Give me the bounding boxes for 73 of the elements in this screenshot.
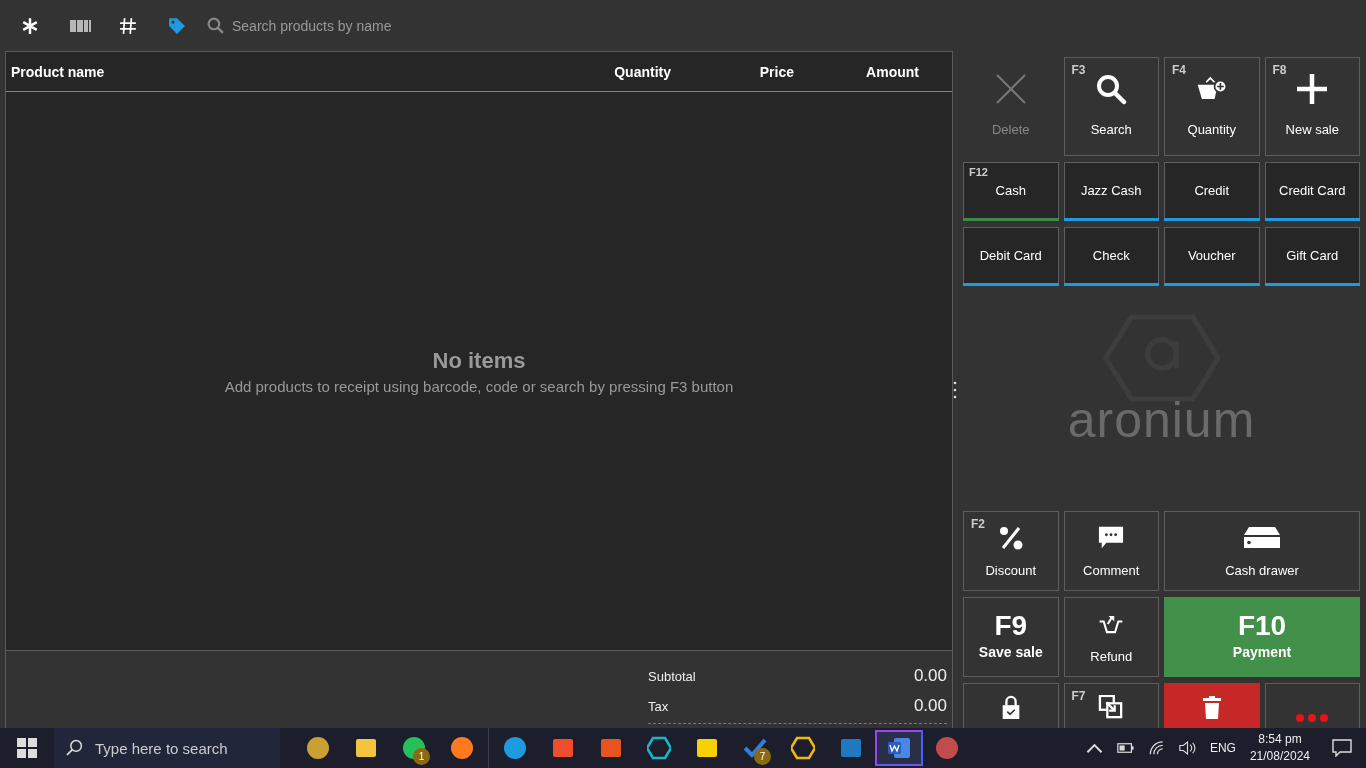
function-button[interactable]: F10 Payment [1164, 597, 1360, 677]
checkmark-icon [743, 736, 767, 760]
taskbar-app-button[interactable]: 1 [390, 730, 438, 766]
total-label: Tax [648, 698, 669, 714]
column-header: Product name [11, 63, 106, 80]
payment-method-button[interactable]: Debit Card [963, 227, 1059, 286]
plus-icon [1296, 73, 1329, 105]
payment-method-button[interactable]: Gift Card [1264, 227, 1360, 286]
function-button[interactable] [963, 683, 1059, 728]
total-value: 0.00 [913, 696, 947, 716]
search-field[interactable]: Search products by name [207, 16, 474, 35]
action-button[interactable]: F8 New sale [1264, 57, 1360, 156]
function-button[interactable] [1164, 683, 1260, 728]
taskbar-search-field[interactable]: Type here to search [54, 728, 280, 768]
chevron-up-icon[interactable] [1085, 741, 1103, 755]
search-icon [66, 739, 83, 756]
app-round-icon [503, 736, 527, 760]
function-button[interactable]: F9 Save sale [963, 597, 1059, 677]
payment-method-button[interactable]: Check [1063, 227, 1159, 286]
search-icon [207, 17, 224, 34]
barcode-icon[interactable] [70, 19, 92, 32]
function-button[interactable]: Cash drawer [1164, 511, 1360, 591]
app-round-icon [306, 736, 330, 760]
speaker-icon[interactable] [1178, 741, 1196, 755]
taskbar-app-button[interactable]: 7 [731, 730, 779, 766]
clock-time[interactable]: 8:54 pm [1258, 731, 1302, 748]
transfer-icon [1098, 695, 1125, 719]
app-hexagon-icon [791, 736, 815, 760]
payment-method-button[interactable]: Jazz Cash [1063, 162, 1159, 221]
clock-date[interactable]: 21/08/2024 [1249, 748, 1310, 765]
empty-title: No items [432, 347, 526, 374]
app-square-icon [551, 736, 575, 760]
column-header: Quantity [613, 63, 671, 80]
payment-method-button[interactable]: Voucher [1164, 227, 1260, 286]
cash-drawer-icon [1243, 525, 1281, 549]
app-square-icon [695, 736, 719, 760]
windows-start-icon[interactable] [17, 738, 37, 758]
payment-method-button[interactable]: Credit [1164, 162, 1260, 221]
app-hexagon-icon [647, 736, 671, 760]
taskbar-app-button[interactable] [875, 730, 923, 766]
hash-icon[interactable] [119, 16, 137, 35]
app-round-icon [935, 736, 959, 760]
language-indicator[interactable]: ENG [1209, 741, 1236, 755]
app-round-icon [450, 736, 474, 760]
action-button[interactable]: F3 Search [1063, 57, 1159, 156]
app-square-icon [599, 736, 623, 760]
payment-method-button[interactable]: F12 Cash [963, 162, 1059, 221]
app-square-icon [839, 736, 863, 760]
function-button[interactable]: Refund [1063, 597, 1159, 677]
total-label: Subtotal [648, 668, 696, 684]
more-icon [1295, 713, 1330, 723]
grip-icon[interactable] [953, 380, 957, 399]
percent-icon [997, 525, 1024, 551]
wifi-icon[interactable] [1147, 741, 1165, 755]
battery-icon[interactable] [1116, 741, 1134, 755]
tag-icon[interactable] [168, 16, 186, 35]
app-square-icon [354, 736, 378, 760]
notification-badge: 1 [413, 748, 430, 765]
column-header: Price [758, 63, 794, 80]
payment-method-button[interactable]: Credit Card [1264, 162, 1360, 221]
notifications-icon[interactable] [1332, 739, 1352, 757]
notification-badge: 7 [754, 748, 771, 765]
action-button[interactable]: F4 Quantity [1164, 57, 1260, 156]
empty-message: Add products to receipt using barcode, code or search by pressing F3 button [224, 377, 734, 395]
close-icon [994, 73, 1027, 105]
function-button[interactable]: F7 [1063, 683, 1159, 728]
total-value: 0.00 [913, 666, 947, 686]
column-header: Amount [865, 63, 919, 80]
search-icon [1095, 73, 1128, 105]
asterisk-icon[interactable] [21, 16, 39, 35]
function-button[interactable]: Comment [1063, 511, 1159, 591]
function-button[interactable]: F2 Discount [963, 511, 1059, 591]
word-document-icon [887, 736, 911, 760]
